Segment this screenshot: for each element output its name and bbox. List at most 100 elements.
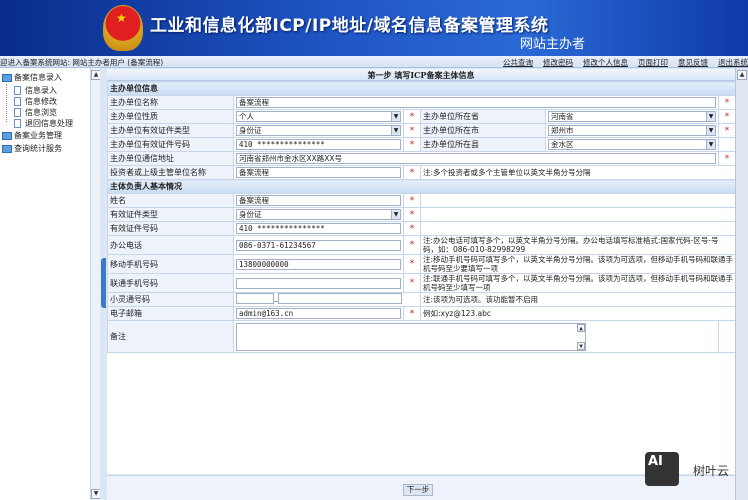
chevron-down-icon: ▼ — [391, 112, 400, 121]
role-subtitle: 网站主办者 — [520, 37, 586, 52]
welcome-text: 迎进入备案系统网站: 网站主办者用户 (备案流程) — [0, 58, 164, 67]
field-label: 小灵通号码 — [107, 292, 234, 307]
sidebar-scrollbar[interactable]: ▲ ▼ — [90, 68, 101, 500]
unicom-note: 注:联通手机号码可填写多个，以英文半角分号分隔。该项为可选项，但移动手机号码和联… — [419, 273, 737, 293]
sidebar-item-query-stats[interactable]: 查询统计服务 — [2, 143, 62, 154]
id-number-input[interactable]: 410 *************** — [236, 139, 401, 150]
select-value: 个人 — [239, 112, 254, 121]
scroll-up-arrow-icon[interactable]: ▲ — [737, 70, 747, 80]
top-bar: 迎进入备案系统网站: 网站主办者用户 (备案流程) 公共查询 修改密码 修改个人信息… — [0, 56, 748, 68]
select-value: 身份证 — [239, 126, 262, 135]
sidebar-item-record-entry[interactable]: 备案信息录入 — [2, 72, 62, 83]
required-mark: * — [403, 109, 421, 124]
field-label: 联通手机号码 — [107, 273, 234, 293]
select-value: 身份证 — [239, 210, 262, 219]
sidebar-item-business-mgmt[interactable]: 备案业务管理 — [2, 130, 62, 141]
document-icon — [14, 119, 21, 128]
step-title: 第一步 填写ICP备案主体信息 — [107, 69, 735, 81]
feedback-link[interactable]: 意见反馈 — [678, 58, 708, 67]
form-table: 主办单位信息 主办单位名称 备案流程 * 主办单位性质 个人 ▼ * 主办单位所在省 河南省 ▼… — [106, 81, 737, 353]
principal-id-type-select[interactable]: 身份证 ▼ — [236, 209, 401, 220]
document-icon — [14, 97, 21, 106]
required-mark: * — [717, 109, 737, 124]
required-mark: * — [403, 193, 421, 208]
collapse-sidebar-handle[interactable] — [101, 258, 106, 308]
edit-profile-link[interactable]: 修改个人信息 — [583, 58, 628, 67]
watermark-text: 树叶云 — [693, 464, 730, 478]
select-value: 河南省 — [551, 112, 574, 121]
office-phone-note: 注:办公电话可填写多个，以英文半角分号分隔。办公电话填写标准格式:国家代码-区号… — [419, 235, 737, 255]
sidebar-item-info-browse[interactable]: 信息浏览 — [14, 107, 57, 118]
ai-logo-icon: AI — [645, 452, 679, 486]
logout-link[interactable]: 退出系统 — [718, 58, 748, 67]
office-phone-input[interactable]: 086-0371-61234567 — [236, 239, 401, 251]
mobile-input[interactable]: 13800000000 — [236, 258, 401, 270]
remark-textarea[interactable]: ▲ ▼ — [236, 322, 586, 351]
field-label: 备注 — [107, 320, 234, 353]
tree-line — [6, 84, 7, 122]
email-input[interactable]: admin@163.cn — [236, 308, 401, 319]
unit-name-input[interactable]: 备案流程 — [236, 97, 716, 108]
public-query-link[interactable]: 公共查询 — [503, 58, 533, 67]
field-label: 电子邮箱 — [107, 306, 234, 321]
unit-nature-select[interactable]: 个人 ▼ — [236, 111, 401, 122]
field-label: 主办单位有效证件号码 — [107, 137, 234, 152]
watermark-logo: AI 树叶云 — [645, 452, 745, 492]
next-step-button[interactable]: 下一步 — [403, 484, 433, 496]
scroll-up-arrow-icon[interactable]: ▲ — [577, 323, 585, 332]
header-banner: ★ 工业和信息化部ICP/IP地址/域名信息备案管理系统 网站主办者 — [0, 0, 748, 56]
required-mark: * — [717, 95, 737, 110]
field-label: 有效证件号码 — [107, 221, 234, 236]
field-label: 姓名 — [107, 193, 234, 208]
county-select[interactable]: 金水区 ▼ — [548, 139, 716, 150]
field-label: 办公电话 — [107, 235, 234, 255]
sidebar-item-label: 查询统计服务 — [14, 144, 62, 153]
field-label: 主办单位所在县 — [420, 137, 546, 152]
section-unit-info: 主办单位信息 — [106, 81, 737, 96]
name-input[interactable]: 备案流程 — [236, 195, 401, 206]
phs-area-code-input[interactable] — [236, 293, 274, 304]
folder-icon — [2, 144, 12, 153]
investor-input[interactable]: 备案流程 — [236, 167, 401, 178]
sidebar-item-info-edit[interactable]: 信息修改 — [14, 96, 57, 107]
field-label: 主办单位所在市 — [420, 123, 546, 138]
scroll-down-arrow-icon[interactable]: ▼ — [577, 341, 585, 350]
folder-icon — [2, 73, 12, 82]
email-note: 例如:xyz@123.abc — [419, 306, 737, 321]
phs-note: 注:该项为可选项。该功能暂不启用 — [419, 292, 737, 307]
field-label: 主办单位有效证件类型 — [107, 123, 234, 138]
required-mark: * — [403, 254, 421, 274]
required-mark: * — [717, 123, 737, 138]
province-select[interactable]: 河南省 ▼ — [548, 111, 716, 122]
sidebar-item-returned-info[interactable]: 退回信息处理 — [14, 118, 73, 129]
chevron-down-icon: ▼ — [706, 112, 715, 121]
field-label: 有效证件类型 — [107, 207, 234, 222]
select-value: 金水区 — [551, 140, 574, 149]
chevron-down-icon: ▼ — [391, 210, 400, 219]
mobile-note: 注:移动手机号码可填写多个，以英文半角分号分隔。该项为可选项，但移动手机号码和联… — [419, 254, 737, 274]
phs-number-input[interactable] — [278, 293, 402, 304]
main-scrollbar[interactable]: ▲ — [735, 68, 748, 500]
id-type-select[interactable]: 身份证 ▼ — [236, 125, 401, 136]
sidebar-item-label: 备案信息录入 — [14, 73, 62, 82]
print-page-link[interactable]: 页面打印 — [638, 58, 668, 67]
sidebar-item-label: 退回信息处理 — [25, 119, 73, 128]
required-mark: * — [403, 123, 421, 138]
required-mark: * — [403, 273, 421, 293]
icp-form: 第一步 填写ICP备案主体信息 主办单位信息 主办单位名称 备案流程 * 主办单位性… — [106, 69, 737, 474]
sidebar: 备案信息录入 信息录入 信息修改 信息浏览 退回信息处理 备案业务管理 查询统计… — [0, 68, 90, 500]
sidebar-item-label: 信息录入 — [25, 86, 57, 95]
sidebar-item-info-entry[interactable]: 信息录入 — [14, 85, 57, 96]
sidebar-item-label: 备案业务管理 — [14, 131, 62, 140]
city-select[interactable]: 郑州市 ▼ — [548, 125, 716, 136]
required-mark: * — [403, 165, 421, 180]
change-password-link[interactable]: 修改密码 — [543, 58, 573, 67]
required-mark: * — [403, 306, 421, 321]
principal-id-number-input[interactable]: 410 *************** — [236, 223, 401, 234]
form-footer: 下一步 — [107, 475, 735, 500]
section-principal-info: 主体负责人基本情况 — [106, 179, 737, 194]
address-input[interactable]: 河南省郑州市金水区XX路XX号 — [236, 153, 716, 164]
unicom-input[interactable] — [236, 277, 401, 289]
chevron-down-icon: ▼ — [391, 126, 400, 135]
field-label: 投资者或上级主管单位名称 — [107, 165, 234, 180]
